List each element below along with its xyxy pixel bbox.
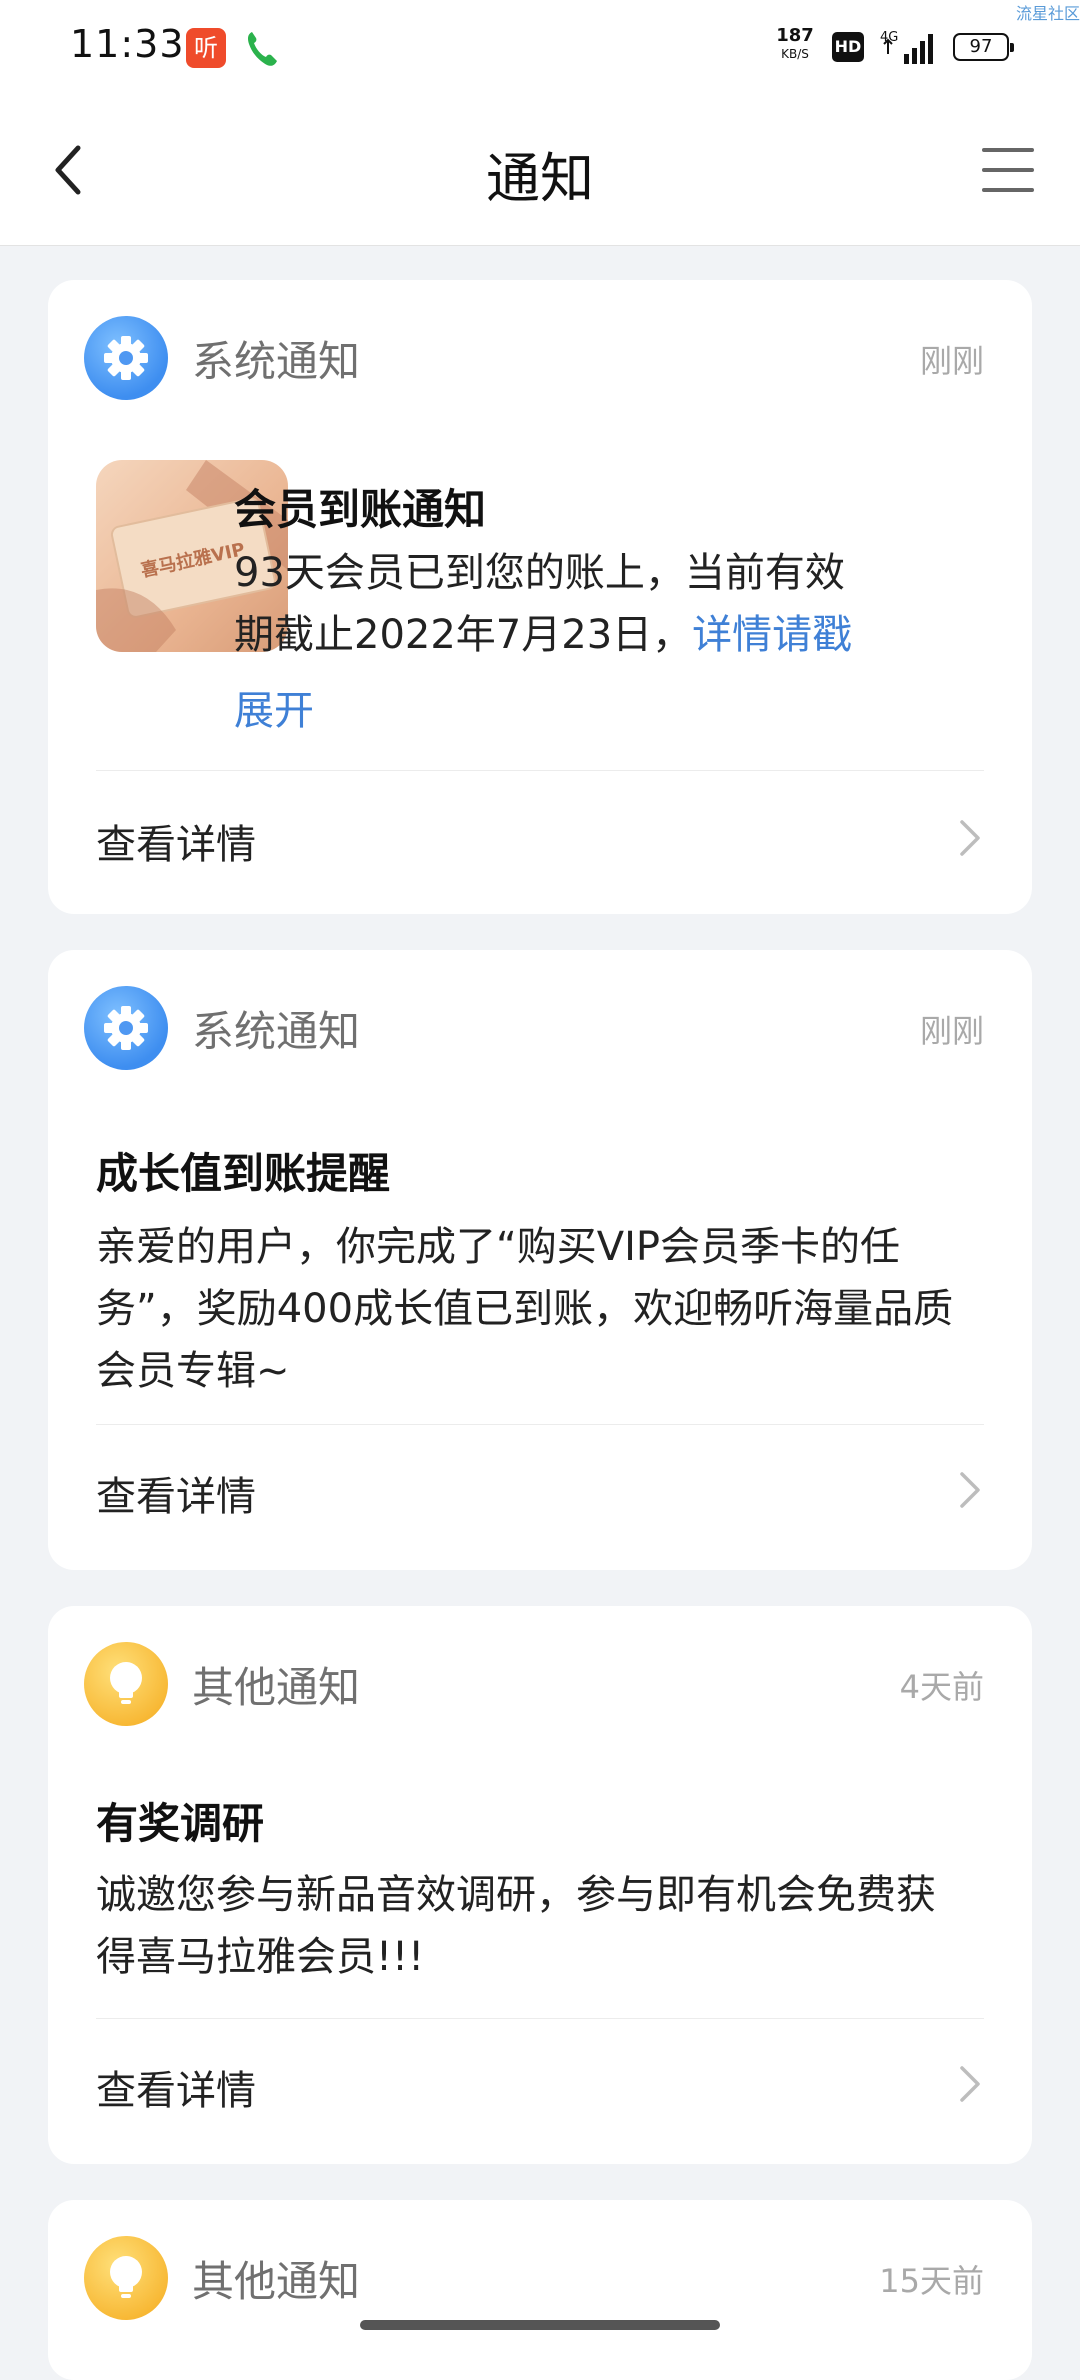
notification-time: 刚刚 — [919, 342, 984, 380]
notification-body-line: 务”，奖励400成长值已到账，欢迎畅听海量品质 — [96, 1286, 954, 1332]
notification-body-line: 得喜马拉雅会员!!! — [96, 1934, 425, 1980]
notification-card[interactable]: 系统通知 刚刚 成长值到账提醒 亲爱的用户，你完成了“购买VIP会员季卡的任 务… — [48, 950, 1032, 1570]
notification-body: 亲爱的用户，你完成了“购买VIP会员季卡的任 务”，奖励400成长值已到账，欢迎… — [96, 1216, 996, 1402]
chevron-right-icon — [960, 820, 980, 856]
notification-time: 15天前 — [879, 2262, 984, 2300]
notification-body-line: 诚邀您参与新品音效调研，参与即有机会免费获 — [96, 1872, 936, 1918]
phone-call-icon — [248, 32, 277, 66]
network-speed-unit: KB/S — [781, 47, 809, 61]
notification-title: 有奖调研 — [96, 1799, 265, 1848]
view-details-label: 查看详情 — [96, 822, 256, 868]
divider — [96, 2018, 984, 2019]
notification-body: 诚邀您参与新品音效调研，参与即有机会免费获 得喜马拉雅会员!!! — [96, 1864, 996, 1988]
watermark: 流星社区 — [1015, 4, 1080, 23]
view-details-row[interactable]: 查看详情 — [96, 790, 984, 886]
notification-card[interactable]: 其他通知 4天前 有奖调研 诚邀您参与新品音效调研，参与即有机会免费获 得喜马拉… — [48, 1606, 1032, 2164]
view-details-row[interactable]: 查看详情 — [96, 2036, 984, 2132]
notification-title: 会员到账通知 — [234, 485, 487, 534]
menu-icon[interactable] — [980, 144, 1036, 196]
view-details-label: 查看详情 — [96, 1474, 256, 1520]
notification-body-line: 期截止2022年7月23日，详情请戳 — [234, 604, 994, 666]
notification-header: 其他通知 4天前 — [84, 1642, 996, 1726]
gear-icon — [84, 316, 168, 400]
notification-card[interactable]: 系统通知 刚刚 喜马拉雅VIP 会员到账通知 93天会员已到您的账上，当前有效 … — [48, 280, 1032, 914]
chevron-right-icon — [960, 1472, 980, 1508]
status-bar: 11:33 听 187 KB/S HD 4G 97 流星社区 — [0, 0, 1080, 96]
notification-body-text: 期截止2022年7月23日， — [234, 612, 693, 658]
view-details-label: 查看详情 — [96, 2068, 256, 2114]
notification-type-label: 系统通知 — [192, 337, 361, 386]
lightbulb-icon — [84, 1642, 168, 1726]
network-speed: 187 KB/S — [772, 26, 818, 64]
notification-header: 系统通知 刚刚 — [84, 316, 996, 400]
battery-indicator: 97 — [953, 33, 1014, 61]
chevron-right-icon — [960, 2066, 980, 2102]
page-title: 通知 — [486, 147, 594, 210]
notification-body-line: 亲爱的用户，你完成了“购买VIP会员季卡的任 — [96, 1224, 901, 1270]
details-link[interactable]: 详情请戳 — [692, 612, 852, 658]
signal-4g-icon: 4G — [880, 30, 933, 64]
notification-body-line: 93天会员已到您的账上，当前有效 — [234, 550, 845, 596]
network-type-label: 4G — [880, 30, 898, 45]
status-time: 11:33 — [70, 22, 185, 66]
notification-type-label: 其他通知 — [192, 1663, 361, 1712]
notification-header: 系统通知 刚刚 — [84, 986, 996, 1070]
top-app-bar: 通知 — [0, 96, 1080, 246]
divider — [96, 1424, 984, 1425]
expand-link[interactable]: 展开 — [234, 680, 994, 742]
notification-body-line: 会员专辑~ — [96, 1348, 290, 1394]
notification-time: 刚刚 — [919, 1012, 984, 1050]
notification-type-label: 其他通知 — [192, 2257, 361, 2306]
notification-card[interactable]: 其他通知 15天前 — [48, 2200, 1032, 2380]
divider — [96, 770, 984, 771]
notification-body: 93天会员已到您的账上，当前有效 期截止2022年7月23日，详情请戳 展开 — [234, 542, 994, 742]
lightbulb-icon — [84, 2236, 168, 2320]
ting-app-icon: 听 — [186, 28, 226, 68]
notification-title: 成长值到账提醒 — [96, 1149, 391, 1198]
notification-type-label: 系统通知 — [192, 1007, 361, 1056]
view-details-row[interactable]: 查看详情 — [96, 1442, 984, 1538]
gear-icon — [84, 986, 168, 1070]
hd-badge: HD — [832, 32, 864, 62]
home-indicator[interactable] — [360, 2320, 720, 2330]
network-speed-value: 187 — [776, 25, 814, 46]
notification-time: 4天前 — [899, 1668, 984, 1706]
notification-header: 其他通知 15天前 — [84, 2236, 996, 2320]
